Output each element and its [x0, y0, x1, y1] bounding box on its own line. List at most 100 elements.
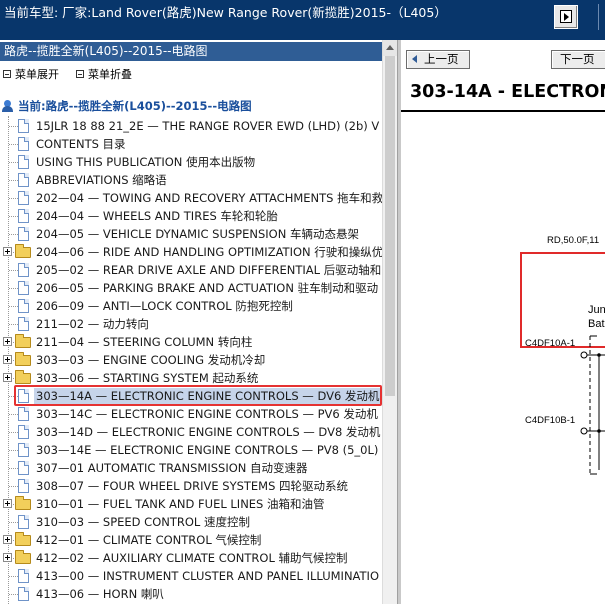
tree-item[interactable]: 303—14E — ELECTRONIC ENGINE CONTROLS — P…: [0, 441, 382, 459]
document-icon: [18, 119, 29, 133]
folder-icon: [15, 550, 31, 564]
document-icon: [18, 407, 29, 421]
document-icon: [18, 425, 29, 439]
collapse-menu-button[interactable]: 菜单折叠: [76, 66, 132, 82]
expand-plus-icon[interactable]: [3, 499, 12, 508]
scroll-up-arrow-icon[interactable]: [383, 40, 398, 56]
tree-item[interactable]: 413—06 — HORN 喇叭: [0, 585, 382, 603]
tree-item[interactable]: CONTENTS 目录: [0, 135, 382, 153]
tree-scrollbar[interactable]: [382, 40, 398, 604]
tree-item[interactable]: 303—14C — ELECTRONIC ENGINE CONTROLS — P…: [0, 405, 382, 423]
tree-connector: [9, 288, 18, 289]
tree-item[interactable]: 206—09 — ANTI—LOCK CONTROL 防抱死控制: [0, 297, 382, 315]
expand-menu-button[interactable]: 菜单展开: [3, 66, 59, 82]
tree-connector: [9, 162, 18, 163]
tree-root[interactable]: 当前:路虎--揽胜全新(L405)--2015--电路图: [2, 97, 252, 115]
tree-item-label: 303—14E — ELECTRONIC ENGINE CONTROLS — P…: [36, 443, 379, 457]
tree-connector: [9, 432, 18, 433]
connector-label-1: C4DF10A-1: [525, 338, 575, 349]
user-icon: [2, 100, 14, 112]
tree-item[interactable]: 303—14D — ELECTRONIC ENGINE CONTROLS — D…: [0, 423, 382, 441]
tree-connector: [9, 180, 18, 181]
scroll-thumb[interactable]: [385, 56, 395, 396]
document-icon: [18, 299, 29, 313]
tree-item[interactable]: USING THIS PUBLICATION 使用本出版物: [0, 153, 382, 171]
tree-item[interactable]: 413—00 — INSTRUMENT CLUSTER AND PANEL IL…: [0, 567, 382, 585]
tree-item[interactable]: 310—01 — FUEL TANK AND FUEL LINES 油箱和油管: [0, 495, 382, 513]
splice-dot: [597, 429, 601, 433]
vehicle-title-bar: 当前车型: 厂家:Land Rover(路虎)New Range Rover(新…: [0, 0, 605, 40]
connector-label-2: C4DF10B-1: [525, 415, 575, 426]
tree-item-label: 206—09 — ANTI—LOCK CONTROL 防抱死控制: [36, 299, 293, 313]
tree-item-label: 303—06 — STARTING SYSTEM 起动系统: [36, 371, 259, 385]
tree-connector: [9, 126, 18, 127]
tree-item-label: 303—14C — ELECTRONIC ENGINE CONTROLS — P…: [36, 407, 378, 421]
toolbar-divider: [598, 4, 599, 30]
tree-item-label: 310—01 — FUEL TANK AND FUEL LINES 油箱和油管: [36, 497, 325, 511]
tree-item-label: ABBREVIATIONS 缩略语: [36, 173, 167, 187]
document-icon: [18, 137, 29, 151]
tree-item[interactable]: 205—02 — REAR DRIVE AXLE AND DIFFERENTIA…: [0, 261, 382, 279]
tree-connector: [9, 306, 18, 307]
tree-item-label: 303—03 — ENGINE COOLING 发动机冷却: [36, 353, 266, 367]
document-icon: [18, 173, 29, 187]
document-icon: [18, 263, 29, 277]
folder-icon: [15, 532, 31, 546]
document-icon: [18, 479, 29, 493]
tree-item[interactable]: 204—04 — WHEELS AND TIRES 车轮和轮胎: [0, 207, 382, 225]
junction-box-outline: [520, 252, 605, 348]
tree-item[interactable]: 15JLR 18 88 21_2E — THE RANGE ROVER EWD …: [0, 117, 382, 135]
expand-plus-icon[interactable]: [3, 553, 12, 562]
tree-item-selected[interactable]: 303—14A — ELECTRONIC ENGINE CONTROLS — D…: [0, 385, 382, 406]
expand-icon: [3, 70, 11, 78]
tree-item[interactable]: 202—04 — TOWING AND RECOVERY ATTACHMENTS…: [0, 189, 382, 207]
expand-plus-icon[interactable]: [3, 535, 12, 544]
document-icon: [18, 191, 29, 205]
collapse-menu-label: 菜单折叠: [88, 68, 132, 81]
expand-plus-icon[interactable]: [3, 337, 12, 346]
wire-label: RD,50.0F,11: [547, 235, 599, 246]
tree-item[interactable]: 204—05 — VEHICLE DYNAMIC SUSPENSION 车辆动态…: [0, 225, 382, 243]
document-icon: [18, 155, 29, 169]
document-icon: [18, 227, 29, 241]
document-tree: 当前:路虎--揽胜全新(L405)--2015--电路图 15JLR 18 88…: [0, 96, 382, 604]
tree-item-label: 211—04 — STEERING COLUMN 转向柱: [36, 335, 253, 349]
tree-item[interactable]: 206—05 — PARKING BRAKE AND ACTUATION 驻车制…: [0, 279, 382, 297]
navigation-panel: 路虎--揽胜全新(L405)--2015--电路图 菜单展开 菜单折叠 当前:路…: [0, 40, 398, 604]
tree-item-label: 206—05 — PARKING BRAKE AND ACTUATION 驻车制…: [36, 281, 379, 295]
expand-plus-icon[interactable]: [3, 355, 12, 364]
tree-item-label: 413—00 — INSTRUMENT CLUSTER AND PANEL IL…: [36, 569, 379, 583]
tree-connector: [9, 198, 18, 199]
tree-connector: [9, 594, 18, 595]
junction-label-2: Bat: [588, 318, 605, 330]
document-icon: [18, 209, 29, 223]
tree-item[interactable]: 204—06 — RIDE AND HANDLING OPTIMIZATION …: [0, 243, 382, 261]
panel-title: 路虎--揽胜全新(L405)--2015--电路图: [0, 42, 397, 61]
tree-root-label: 当前:路虎--揽胜全新(L405)--2015--电路图: [18, 99, 252, 113]
tree-connector: [9, 234, 18, 235]
tree-item[interactable]: 412—01 — CLIMATE CONTROL 气候控制: [0, 531, 382, 549]
document-icon: [18, 317, 29, 331]
tree-item-label: 204—04 — WHEELS AND TIRES 车轮和轮胎: [36, 209, 278, 223]
folder-icon: [15, 370, 31, 384]
tree-item[interactable]: 303—03 — ENGINE COOLING 发动机冷却: [0, 351, 382, 369]
tree-item[interactable]: 211—02 — 动力转向: [0, 315, 382, 333]
tree-item-label: 211—02 — 动力转向: [36, 317, 149, 331]
expand-plus-icon[interactable]: [3, 247, 12, 256]
tree-item-label: 307—01 AUTOMATIC TRANSMISSION 自动变速器: [36, 461, 308, 475]
document-icon: [18, 443, 29, 457]
tree-item-label: USING THIS PUBLICATION 使用本出版物: [36, 155, 256, 169]
tree-connector: [9, 468, 18, 469]
tree-item-label: 205—02 — REAR DRIVE AXLE AND DIFFERENTIA…: [36, 263, 382, 277]
tree-item-label: 412—01 — CLIMATE CONTROL 气候控制: [36, 533, 262, 547]
tree-item[interactable]: 308—07 — FOUR WHEEL DRIVE SYSTEMS 四轮驱动系统: [0, 477, 382, 495]
document-icon: [18, 569, 29, 583]
tree-item[interactable]: 211—04 — STEERING COLUMN 转向柱: [0, 333, 382, 351]
tree-item[interactable]: ABBREVIATIONS 缩略语: [0, 171, 382, 189]
forward-page-button[interactable]: [554, 5, 578, 29]
tree-item-label: 413—06 — HORN 喇叭: [36, 587, 164, 601]
expand-plus-icon[interactable]: [3, 373, 12, 382]
tree-item[interactable]: 412—02 — AUXILIARY CLIMATE CONTROL 辅助气候控…: [0, 549, 382, 567]
tree-item[interactable]: 310—03 — SPEED CONTROL 速度控制: [0, 513, 382, 531]
tree-item[interactable]: 307—01 AUTOMATIC TRANSMISSION 自动变速器: [0, 459, 382, 477]
